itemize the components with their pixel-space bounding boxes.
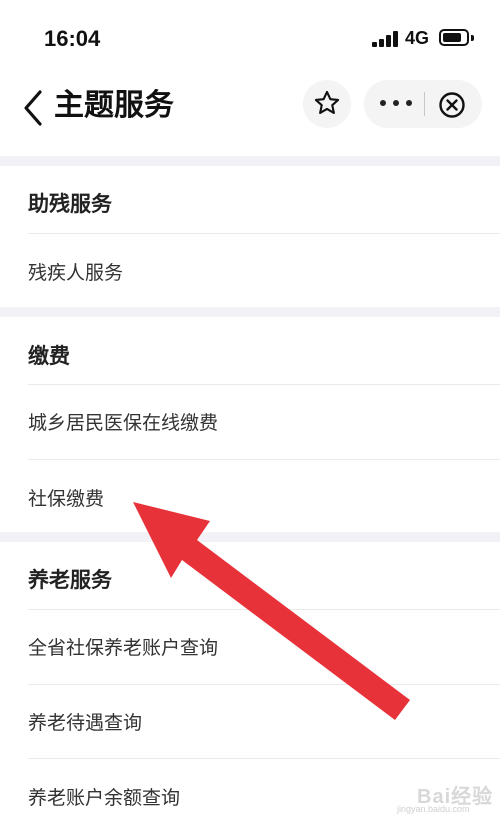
watermark: Bai经验 jingyan.baidu.com xyxy=(395,776,495,816)
arrow-pointer-icon xyxy=(133,502,410,720)
watermark-sub: jingyan.baidu.com xyxy=(397,804,470,814)
